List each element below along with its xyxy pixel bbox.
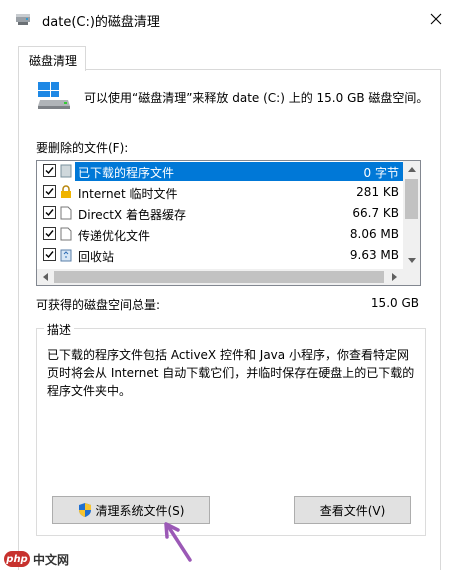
- checkmark-icon: [45, 188, 54, 196]
- file-name: DirectX 着色器缓存: [78, 208, 186, 222]
- annotation-arrow-icon: [164, 522, 192, 562]
- scrollbar-corner: [403, 269, 420, 285]
- available-space-label: 可获得的磁盘空间总量:: [36, 298, 161, 312]
- clean-system-files-label: 清理系统文件(S): [95, 503, 185, 518]
- file-size: 66.7 KB: [352, 206, 399, 220]
- vertical-scrollbar[interactable]: [403, 161, 420, 269]
- files-to-delete-label: 要删除的文件(F):: [36, 141, 129, 155]
- scroll-left-button[interactable]: [37, 269, 54, 285]
- vertical-scroll-thumb[interactable]: [405, 179, 418, 219]
- file-size: 281 KB: [356, 185, 399, 199]
- view-files-button[interactable]: 查看文件(V): [294, 496, 411, 524]
- clean-system-files-button[interactable]: 清理系统文件(S): [52, 496, 210, 524]
- recycle-bin-icon: [60, 249, 72, 262]
- watermark-text: 中文网: [33, 552, 70, 567]
- file-icon: [60, 206, 72, 220]
- file-size: 9.63 MB: [349, 248, 399, 262]
- file-icon: [60, 227, 72, 241]
- chevron-right-icon: [392, 273, 397, 281]
- file-size: 8.06 MB: [349, 227, 399, 241]
- checkmark-icon: [45, 251, 54, 259]
- checkmark-icon: [45, 167, 54, 175]
- intro-text: 可以使用“磁盘清理”来释放 date (C:) 上的 15.0 GB 磁盘空间。: [84, 91, 429, 105]
- file-name: Internet 临时文件: [78, 187, 178, 201]
- file-name: 回收站: [78, 250, 115, 264]
- lock-icon: [61, 185, 71, 198]
- shield-icon: [78, 503, 91, 517]
- checkmark-icon: [45, 209, 54, 217]
- window-title: date(C:)的磁盘清理: [42, 15, 160, 30]
- folder-icon: [60, 164, 72, 178]
- scroll-up-button[interactable]: [403, 161, 420, 178]
- view-files-label: 查看文件(V): [319, 503, 386, 518]
- checkmark-icon: [45, 230, 54, 238]
- checkbox[interactable]: [43, 206, 56, 219]
- description-text: 已下载的程序文件包括 ActiveX 控件和 Java 小程序，你查看特定网页时…: [47, 348, 415, 398]
- chevron-left-icon: [43, 273, 48, 281]
- checkbox[interactable]: [43, 164, 56, 177]
- checkbox[interactable]: [43, 248, 56, 261]
- checkbox[interactable]: [43, 185, 56, 198]
- checkbox[interactable]: [43, 227, 56, 240]
- tab-disk-cleanup[interactable]: 磁盘清理: [18, 46, 86, 71]
- watermark: php 中文网: [4, 549, 69, 569]
- disk-cleanup-window: date(C:)的磁盘清理 磁盘清理 可以使用“磁盘清理”来释放 date (C…: [0, 0, 459, 570]
- list-item[interactable]: Internet 临时文件 281 KB: [37, 182, 403, 203]
- list-item[interactable]: 传递优化文件 8.06 MB: [37, 224, 403, 245]
- files-list[interactable]: 已下载的程序文件 0 字节 Internet 临时文件 281 KB Direc…: [36, 160, 421, 286]
- title-bar[interactable]: date(C:)的磁盘清理: [0, 0, 459, 38]
- scroll-down-button[interactable]: [403, 252, 420, 269]
- list-item[interactable]: 已下载的程序文件 0 字节: [37, 161, 403, 182]
- available-space-value: 15.0 GB: [370, 296, 419, 310]
- file-size: 0 字节: [363, 166, 399, 180]
- description-title: 描述: [44, 321, 75, 338]
- file-name: 已下载的程序文件: [78, 166, 175, 180]
- drive-icon: [16, 14, 30, 25]
- chevron-down-icon: [407, 258, 416, 263]
- list-item[interactable]: DirectX 着色器缓存 66.7 KB: [37, 203, 403, 224]
- list-item[interactable]: 回收站 9.63 MB: [37, 245, 403, 266]
- horizontal-scrollbar[interactable]: [37, 269, 403, 285]
- watermark-logo: php: [4, 551, 30, 567]
- horizontal-scroll-thumb[interactable]: [54, 271, 384, 283]
- close-button[interactable]: [413, 0, 459, 38]
- file-name: 传递优化文件: [78, 229, 151, 243]
- hard-drive-icon: [38, 82, 70, 109]
- tab-label: 磁盘清理: [29, 54, 78, 68]
- scroll-right-button[interactable]: [386, 269, 403, 285]
- close-icon: [430, 13, 442, 25]
- chevron-up-icon: [407, 167, 416, 172]
